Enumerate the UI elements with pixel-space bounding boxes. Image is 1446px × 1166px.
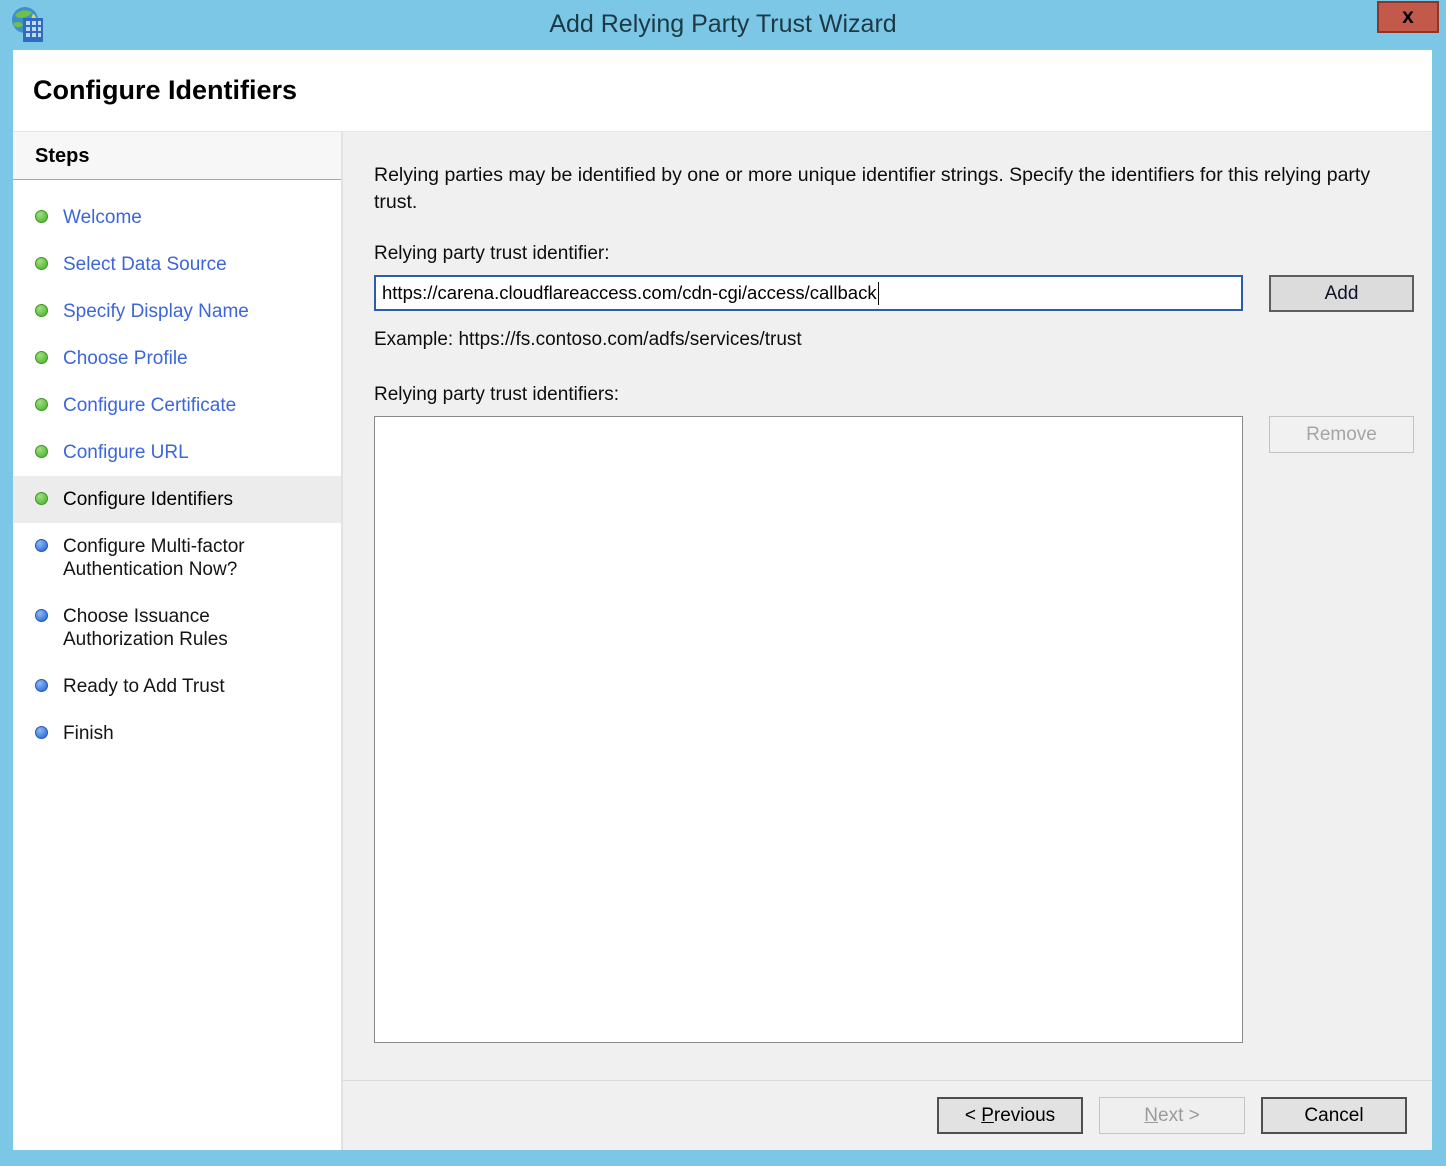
- example-text: Example: https://fs.contoso.com/adfs/ser…: [374, 329, 1432, 351]
- step-status-icon: [35, 351, 48, 364]
- step-finish[interactable]: Finish: [13, 710, 341, 757]
- next-button[interactable]: Next >: [1099, 1097, 1245, 1134]
- step-configure-certificate[interactable]: Configure Certificate: [13, 382, 341, 429]
- step-choose-profile[interactable]: Choose Profile: [13, 335, 341, 382]
- page-title: Configure Identifiers: [33, 75, 297, 106]
- window-title: Add Relying Party Trust Wizard: [0, 10, 1446, 39]
- step-configure-url[interactable]: Configure URL: [13, 429, 341, 476]
- steps-heading: Steps: [13, 132, 341, 180]
- steps-sidebar: Steps Welcome Select Data Source Specify…: [13, 132, 343, 1150]
- step-status-icon: [35, 609, 48, 622]
- step-select-data-source[interactable]: Select Data Source: [13, 241, 341, 288]
- step-choose-issuance-rules[interactable]: Choose Issuance Authorization Rules: [13, 593, 341, 663]
- step-status-icon: [35, 492, 48, 505]
- step-status-icon: [35, 445, 48, 458]
- step-status-icon: [35, 398, 48, 411]
- step-status-icon: [35, 304, 48, 317]
- steps-list: Welcome Select Data Source Specify Displ…: [13, 180, 341, 757]
- titlebar: Add Relying Party Trust Wizard x: [0, 0, 1446, 50]
- cancel-button[interactable]: Cancel: [1261, 1097, 1407, 1134]
- step-status-icon: [35, 679, 48, 692]
- wizard-window: Configure Identifiers Steps Welcome Sele…: [13, 50, 1432, 1150]
- previous-button[interactable]: < Previous: [937, 1097, 1083, 1134]
- page-header: Configure Identifiers: [13, 50, 1432, 132]
- step-welcome[interactable]: Welcome: [13, 194, 341, 241]
- step-status-icon: [35, 726, 48, 739]
- identifiers-list-label: Relying party trust identifiers:: [374, 384, 1432, 406]
- main-panel: Relying parties may be identified by one…: [343, 132, 1432, 1150]
- identifiers-listbox[interactable]: [374, 416, 1243, 1043]
- remove-button[interactable]: Remove: [1269, 416, 1414, 453]
- identifier-input[interactable]: https://carena.cloudflareaccess.com/cdn-…: [374, 275, 1243, 311]
- step-specify-display-name[interactable]: Specify Display Name: [13, 288, 341, 335]
- step-configure-mfa[interactable]: Configure Multi-factor Authentication No…: [13, 523, 341, 593]
- step-ready-to-add-trust[interactable]: Ready to Add Trust: [13, 663, 341, 710]
- intro-text: Relying parties may be identified by one…: [374, 162, 1399, 216]
- text-caret: [878, 282, 880, 305]
- add-button[interactable]: Add: [1269, 275, 1414, 312]
- step-status-icon: [35, 257, 48, 270]
- close-button[interactable]: x: [1377, 1, 1439, 33]
- identifier-field-label: Relying party trust identifier:: [374, 243, 1432, 265]
- footer-bar: < Previous Next > Cancel: [343, 1080, 1432, 1150]
- step-configure-identifiers[interactable]: Configure Identifiers: [13, 476, 341, 523]
- identifier-input-value: https://carena.cloudflareaccess.com/cdn-…: [382, 282, 877, 304]
- step-status-icon: [35, 539, 48, 552]
- step-status-icon: [35, 210, 48, 223]
